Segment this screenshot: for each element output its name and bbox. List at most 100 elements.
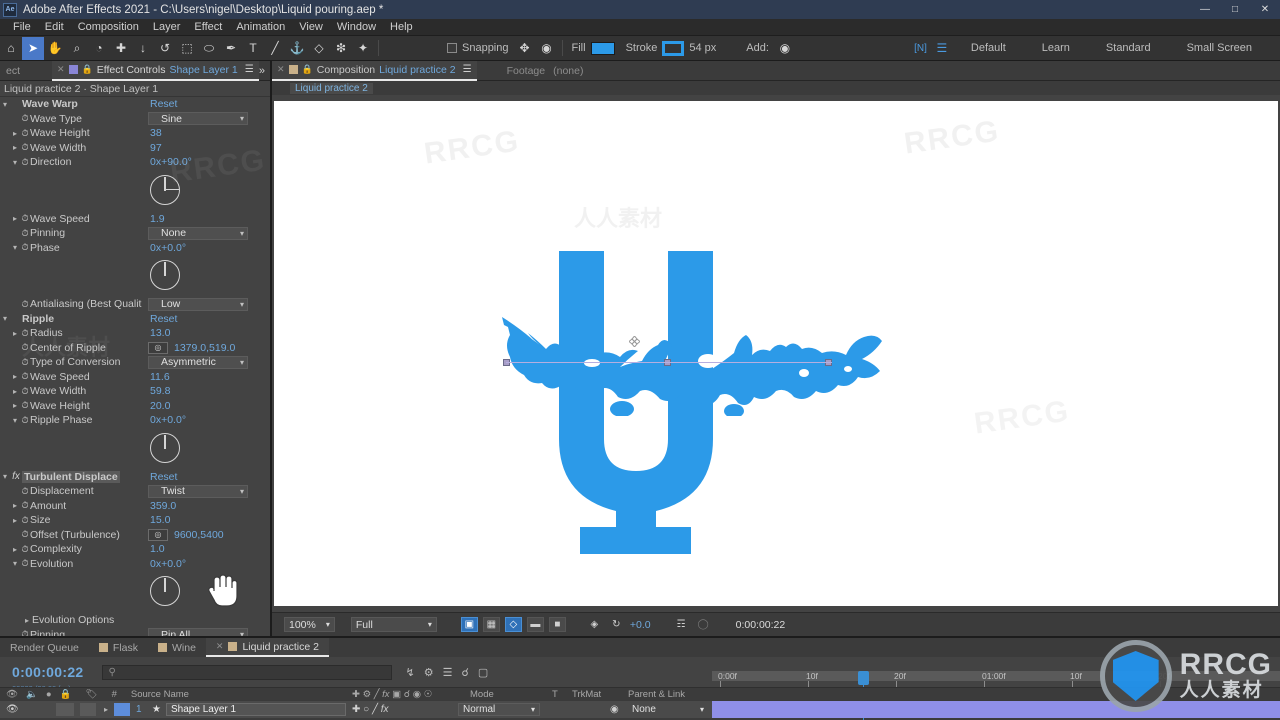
motion-blur-icon[interactable]: ☌ — [461, 666, 468, 679]
snapping-checkbox[interactable] — [447, 43, 457, 53]
param-wave-speed[interactable]: ▸ ⏱ Wave Speed 11.6 — [0, 370, 270, 385]
chevron-down-icon[interactable]: ▾ — [240, 487, 244, 496]
param-offset-turbulence[interactable]: ⏱ Offset (Turbulence) ◎ 9600,5400 — [0, 528, 270, 543]
workspace-tab-learn[interactable]: Learn — [1024, 42, 1088, 54]
stopwatch-icon[interactable]: ⏱ — [20, 400, 30, 411]
param-ripple-phase[interactable]: ▾ ⏱ Ripple Phase 0x+0.0° — [0, 413, 270, 428]
layer-parent-select[interactable]: None ▾ — [628, 703, 708, 716]
zoom-tool-icon[interactable]: ⌕ — [66, 37, 88, 60]
chevron-right-icon[interactable]: ▸ — [10, 387, 20, 396]
param-complexity[interactable]: ▸ ⏱ Complexity 1.0 — [0, 542, 270, 557]
parent-pickwhip-icon[interactable]: ◉ — [610, 704, 619, 715]
hide-shy-layers-icon[interactable]: ☰ — [443, 666, 453, 679]
param-radius[interactable]: ▸ ⏱ Radius 13.0 — [0, 326, 270, 341]
chevron-down-icon[interactable]: ▾ — [240, 300, 244, 309]
graph-editor-icon[interactable]: ▢ — [478, 666, 488, 679]
angle-dial[interactable] — [0, 571, 270, 613]
effect-controls-body[interactable]: ▾ Wave Warp Reset ⏱ Wave Type Sine ▾ ▸ ⏱ Wave Hei… — [0, 97, 270, 636]
composition-mini-flowchart-icon[interactable]: ↯ — [406, 666, 415, 679]
brush-tool-icon[interactable]: ╱ — [264, 37, 286, 60]
n-badge[interactable]: [N] — [910, 43, 931, 54]
param-value[interactable]: 1.0 — [150, 543, 165, 555]
composition-tab[interactable]: ✕ 🔒 Composition Liquid practice 2 ☰ — [272, 60, 477, 81]
keyframe-target-icon[interactable]: ◎ — [148, 341, 168, 354]
chevron-right-icon[interactable]: ▸ — [10, 401, 20, 410]
chevron-right-icon[interactable]: ▸ — [10, 129, 20, 138]
draft-3d-icon[interactable]: ⚙ — [424, 666, 434, 679]
param-pinning[interactable]: ⏱ Pinning Pin All ▾ — [0, 628, 270, 636]
param-dropdown[interactable]: Low ▾ — [148, 297, 248, 311]
chevron-down-icon[interactable]: ▾ — [10, 243, 20, 252]
roto-brush-tool-icon[interactable]: ❇ — [330, 37, 352, 60]
snapshot-camera-icon[interactable]: ☶ — [673, 617, 690, 632]
chevron-down-icon[interactable]: ▾ — [428, 620, 432, 629]
stopwatch-icon[interactable]: ⏱ — [20, 629, 30, 636]
param-size[interactable]: ▸ ⏱ Size 15.0 — [0, 513, 270, 528]
orbit-tool-icon[interactable]: ↺ — [154, 37, 176, 60]
param-value[interactable]: 15.0 — [150, 514, 170, 526]
camera-tool-icon[interactable]: ⬚ — [176, 37, 198, 60]
maximize-button[interactable]: □ — [1220, 0, 1250, 19]
timeline-tab-flask[interactable]: Flask — [89, 642, 148, 654]
param-antialiasing-best-qualit[interactable]: ⏱ Antialiasing (Best Qualit Low ▾ — [0, 297, 270, 312]
param-phase[interactable]: ▾ ⏱ Phase 0x+0.0° — [0, 241, 270, 256]
chevron-down-icon[interactable]: ▾ — [240, 114, 244, 123]
pan-behind-tool-icon[interactable]: ↓ — [132, 37, 154, 60]
composition-breadcrumb[interactable]: Liquid practice 2 — [290, 82, 373, 94]
composition-viewer[interactable]: RRCG RRCG 人人素材 RRCG — [272, 95, 1280, 612]
param-displacement[interactable]: ⏱ Displacement Twist ▾ — [0, 484, 270, 499]
title-action-safe-icon[interactable]: ▬ — [526, 617, 544, 632]
layer-mode-select[interactable]: Normal ▾ — [458, 703, 540, 716]
snapping-group[interactable]: Snapping ✥ ◉ — [447, 37, 558, 60]
close-button[interactable]: ✕ — [1250, 0, 1280, 19]
param-value[interactable]: 359.0 — [150, 500, 176, 512]
menu-item-composition[interactable]: Composition — [71, 19, 146, 36]
param-evolution[interactable]: ▾ ⏱ Evolution 0x+0.0° — [0, 557, 270, 572]
stopwatch-icon[interactable]: ⏱ — [20, 113, 30, 124]
param-center-of-ripple[interactable]: ⏱ Center of Ripple ◎ 1379.0,519.0 — [0, 341, 270, 356]
chevron-down-icon[interactable]: ▾ — [240, 630, 244, 636]
add-group[interactable]: Add: ◉ — [741, 37, 796, 60]
chevron-right-icon[interactable]: ▸ — [10, 143, 20, 152]
stopwatch-icon[interactable]: ⏱ — [20, 386, 30, 397]
stroke-swatch[interactable] — [662, 40, 685, 56]
show-snapshot-icon[interactable]: ◯ — [695, 617, 712, 632]
effect-reset-button[interactable]: Reset — [150, 471, 177, 483]
exposure-value[interactable]: +0.0 — [630, 619, 651, 631]
param-dropdown[interactable]: Pin All ▾ — [148, 628, 248, 636]
selection-tool-icon[interactable]: ➤ — [22, 36, 44, 60]
chevron-down-icon[interactable]: ▾ — [0, 314, 10, 323]
stopwatch-icon[interactable]: ⏱ — [20, 299, 30, 310]
puppet-pin-tool-icon[interactable]: ✦ — [352, 37, 374, 60]
eraser-tool-icon[interactable]: ◇ — [308, 37, 330, 60]
chevron-right-icon[interactable]: ▸ — [10, 329, 20, 338]
effect-controls-tab[interactable]: ✕ 🔒 Effect Controls Shape Layer 1 ☰ — [52, 60, 259, 81]
chevron-down-icon[interactable]: ▾ — [240, 358, 244, 367]
lock-icon[interactable]: 🔒 — [82, 64, 93, 75]
param-value[interactable]: 0x+0.0° — [150, 414, 186, 426]
region-of-interest-icon[interactable]: ▣ — [460, 617, 478, 632]
chevron-down-icon[interactable]: ▾ — [0, 472, 10, 481]
param-dropdown[interactable]: Sine ▾ — [148, 112, 248, 126]
window-controls[interactable]: — □ ✕ — [1190, 0, 1280, 19]
param-direction[interactable]: ▾ ⏱ Direction 0x+90.0° — [0, 155, 270, 170]
param-value[interactable]: 0x+90.0° — [150, 156, 192, 168]
param-value[interactable]: 20.0 — [150, 400, 170, 412]
expand-layer-icon[interactable]: ▸ — [104, 705, 108, 714]
fill-stroke-group[interactable]: Fill Stroke 54 px — [567, 40, 722, 56]
channel-rgb-icon[interactable]: ◈ — [586, 617, 603, 632]
take-snapshot-icon[interactable]: ■ — [548, 617, 566, 632]
reset-exposure-icon[interactable]: ↻ — [608, 617, 625, 632]
close-icon[interactable]: ✕ — [277, 64, 285, 75]
zoom-select[interactable]: 100% ▾ — [284, 617, 335, 632]
type-tool-icon[interactable]: T — [242, 37, 264, 60]
keyframe-target-icon[interactable]: ◎ — [148, 528, 168, 541]
minimize-button[interactable]: — — [1190, 0, 1220, 19]
workspace-tab-standard[interactable]: Standard — [1088, 42, 1169, 54]
param-value[interactable]: 11.6 — [150, 371, 170, 383]
add-menu-icon[interactable]: ◉ — [774, 37, 796, 60]
chevron-right-icon[interactable]: ▸ — [10, 545, 20, 554]
transparency-grid-icon[interactable]: ▦ — [482, 617, 500, 632]
stopwatch-icon[interactable]: ⏱ — [20, 142, 30, 153]
param-wave-speed[interactable]: ▸ ⏱ Wave Speed 1.9 — [0, 212, 270, 227]
